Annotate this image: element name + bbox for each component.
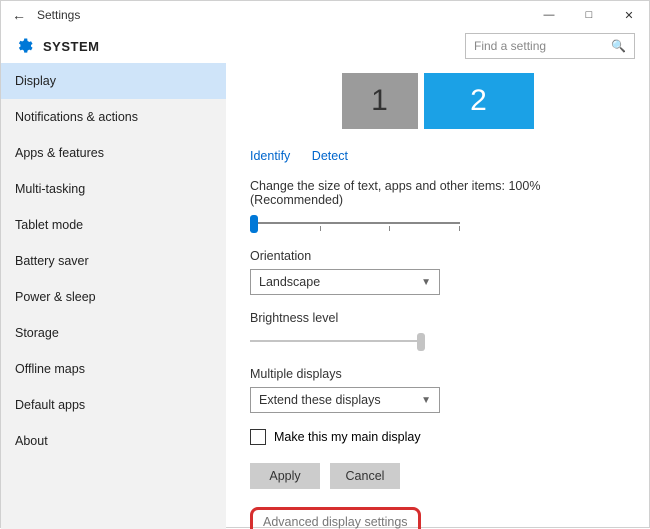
sidebar-item-power[interactable]: Power & sleep bbox=[1, 279, 226, 315]
sidebar-item-battery[interactable]: Battery saver bbox=[1, 243, 226, 279]
sidebar-item-tablet[interactable]: Tablet mode bbox=[1, 207, 226, 243]
minimize-button[interactable]: — bbox=[529, 1, 569, 29]
multiple-displays-label: Multiple displays bbox=[250, 367, 625, 381]
back-button[interactable]: ← bbox=[9, 7, 29, 23]
multiple-displays-select[interactable]: Extend these displays ▼ bbox=[250, 387, 440, 413]
sidebar-item-notifications[interactable]: Notifications & actions bbox=[1, 99, 226, 135]
orientation-label: Orientation bbox=[250, 249, 625, 263]
titlebar: ← Settings — □ ✕ bbox=[1, 1, 649, 29]
search-input[interactable]: Find a setting 🔍 bbox=[465, 33, 635, 59]
sidebar-item-display[interactable]: Display bbox=[1, 63, 226, 99]
sidebar-item-about[interactable]: About bbox=[1, 423, 226, 459]
sidebar: Display Notifications & actions Apps & f… bbox=[1, 63, 226, 529]
brightness-slider[interactable] bbox=[250, 331, 425, 351]
display-arrangement[interactable]: 1 2 bbox=[250, 73, 625, 129]
detect-link[interactable]: Detect bbox=[312, 149, 348, 163]
monitor-2[interactable]: 2 bbox=[424, 73, 534, 129]
window-title: Settings bbox=[37, 8, 80, 22]
search-placeholder: Find a setting bbox=[474, 39, 611, 53]
advanced-display-settings-link[interactable]: Advanced display settings bbox=[250, 507, 421, 529]
sidebar-item-offline-maps[interactable]: Offline maps bbox=[1, 351, 226, 387]
main-display-checkbox[interactable]: Make this my main display bbox=[250, 429, 625, 445]
header: SYSTEM Find a setting 🔍 bbox=[1, 29, 649, 63]
cancel-button[interactable]: Cancel bbox=[330, 463, 400, 489]
sidebar-item-default-apps[interactable]: Default apps bbox=[1, 387, 226, 423]
content: 1 2 Identify Detect Change the size of t… bbox=[226, 63, 649, 529]
scale-slider[interactable] bbox=[250, 213, 460, 233]
chevron-down-icon: ▼ bbox=[421, 277, 431, 288]
gear-icon bbox=[15, 37, 33, 55]
monitor-1[interactable]: 1 bbox=[342, 73, 418, 129]
orientation-select[interactable]: Landscape ▼ bbox=[250, 269, 440, 295]
identify-link[interactable]: Identify bbox=[250, 149, 290, 163]
chevron-down-icon: ▼ bbox=[421, 395, 431, 406]
search-icon: 🔍 bbox=[611, 39, 626, 53]
scale-label: Change the size of text, apps and other … bbox=[250, 179, 625, 207]
sidebar-item-multitasking[interactable]: Multi-tasking bbox=[1, 171, 226, 207]
sidebar-item-storage[interactable]: Storage bbox=[1, 315, 226, 351]
apply-button[interactable]: Apply bbox=[250, 463, 320, 489]
checkbox-box bbox=[250, 429, 266, 445]
maximize-button[interactable]: □ bbox=[569, 1, 609, 29]
close-button[interactable]: ✕ bbox=[609, 1, 649, 29]
page-title: SYSTEM bbox=[43, 39, 99, 54]
brightness-label: Brightness level bbox=[250, 311, 625, 325]
sidebar-item-apps[interactable]: Apps & features bbox=[1, 135, 226, 171]
